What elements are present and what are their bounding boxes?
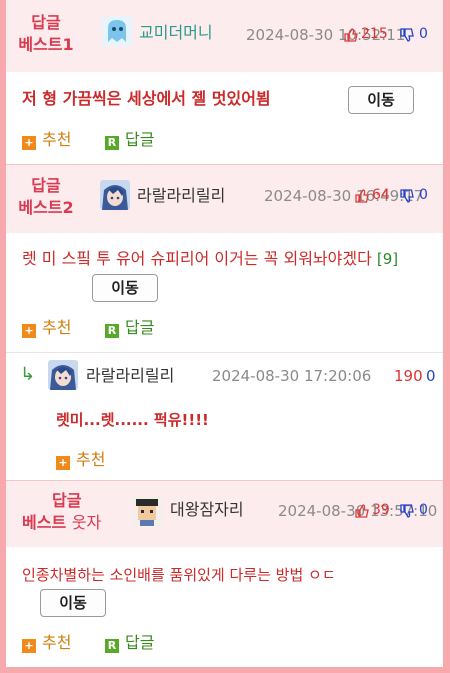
reply-r-icon: R	[105, 324, 119, 338]
thumbs-up-icon[interactable]	[355, 504, 369, 518]
nickname-link[interactable]: 대왕잠자리	[170, 500, 244, 520]
nickname-link[interactable]: 라랄라리릴리	[137, 186, 225, 206]
dislike-count: 0	[419, 502, 428, 518]
recommend-label: 추천	[42, 633, 72, 652]
plus-icon: +	[22, 324, 36, 338]
divider	[6, 352, 443, 353]
reply-label: 답글	[125, 130, 155, 149]
badge-line: 답글	[52, 491, 82, 510]
recommend-button[interactable]: + 추천	[22, 317, 71, 339]
reply-content: 렛 미 스핔 투 유어 슈피리어 이거는 꼭 외워놔야겠다 [9]	[22, 246, 434, 272]
nickname-link[interactable]: 라랄라리릴리	[86, 366, 174, 386]
thumbs-up-icon[interactable]	[355, 189, 369, 203]
badge-line: 베스트2	[18, 198, 74, 217]
nickname-link[interactable]: 교미더머니	[139, 23, 213, 43]
badge-line: 답글	[31, 13, 61, 32]
best-badge: 답글 베스트 웃자	[16, 490, 106, 534]
dislike-count: 0	[419, 187, 428, 203]
anime-avatar-icon[interactable]	[48, 360, 78, 390]
recommend-button[interactable]: + 추천	[56, 449, 105, 471]
reply-r-icon: R	[105, 639, 119, 653]
thumbs-down-icon[interactable]	[400, 28, 414, 42]
recommend-label: 추천	[42, 130, 72, 149]
reply-content: 인종차별하는 소인배를 품위있게 다루는 방법 ㅇㄷ	[22, 566, 336, 584]
plus-icon: +	[56, 456, 70, 470]
badge-category: 웃자	[71, 513, 102, 532]
ghost-avatar-icon[interactable]	[102, 16, 132, 46]
badge-line: 답글	[31, 176, 61, 195]
thumbs-down-icon[interactable]	[400, 189, 414, 203]
recommend-button[interactable]: + 추천	[22, 632, 71, 654]
plus-icon: +	[22, 639, 36, 653]
best-badge: 답글 베스트2	[16, 175, 76, 219]
reply-content: 저 형 가끔씩은 세상에서 젤 멋있어뵘	[22, 89, 271, 108]
move-button[interactable]: 이동	[92, 274, 158, 302]
reply-content: 렛미...렛...... 퍽유!!!!	[56, 411, 209, 429]
badge-line: 베스트	[22, 513, 67, 532]
like-count: 215	[361, 26, 388, 42]
reply-button[interactable]: R 답글	[105, 129, 154, 151]
plus-icon: +	[22, 136, 36, 150]
reply-label: 답글	[125, 318, 155, 337]
reply-button[interactable]: R 답글	[105, 317, 154, 339]
like-count: 190	[394, 367, 423, 385]
thumbs-down-icon[interactable]	[400, 504, 414, 518]
move-button[interactable]: 이동	[348, 86, 414, 114]
dislike-count: 0	[419, 26, 428, 42]
dislike-count: 0	[426, 367, 436, 385]
comment-count: [9]	[376, 250, 399, 268]
badge-line: 베스트1	[18, 35, 74, 54]
thumbs-up-icon[interactable]	[344, 28, 358, 42]
post-date: 2024-08-30 17:20:06	[212, 367, 372, 385]
anime-avatar-icon[interactable]	[100, 180, 130, 210]
pixel-avatar-icon[interactable]	[132, 496, 162, 526]
reply-text: 렛 미 스핔 투 유어 슈피리어 이거는 꼭 외워놔야겠다	[22, 249, 372, 268]
reply-button[interactable]: R 답글	[105, 632, 154, 654]
recommend-label: 추천	[76, 450, 106, 469]
like-count: 64	[372, 187, 390, 203]
reply-label: 답글	[125, 633, 155, 652]
reply-arrow-icon: ↳	[20, 364, 36, 385]
reply-r-icon: R	[105, 136, 119, 150]
move-button[interactable]: 이동	[40, 589, 106, 617]
like-count: 39	[372, 502, 390, 518]
best-badge: 답글 베스트1	[16, 12, 76, 56]
recommend-button[interactable]: + 추천	[22, 129, 71, 151]
recommend-label: 추천	[42, 318, 72, 337]
best-replies-panel: 답글 베스트1 교미더머니 2024-08-30 10:52:11 215 0 …	[6, 0, 443, 667]
